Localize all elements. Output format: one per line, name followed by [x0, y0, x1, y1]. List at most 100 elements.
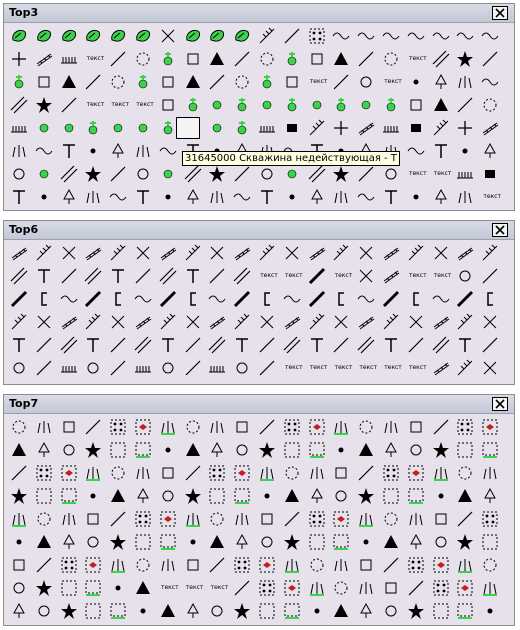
- map-symbol-icon[interactable]: [83, 578, 103, 598]
- map-symbol-icon[interactable]: [83, 266, 103, 286]
- map-symbol-icon[interactable]: [282, 26, 302, 46]
- map-symbol-icon[interactable]: [158, 26, 178, 46]
- map-symbol-icon[interactable]: [158, 335, 178, 355]
- map-symbol-icon[interactable]: [480, 463, 500, 483]
- map-symbol-icon[interactable]: [480, 509, 500, 529]
- map-symbol-icon[interactable]: [59, 187, 79, 207]
- map-symbol-icon[interactable]: [183, 417, 203, 437]
- map-symbol-icon[interactable]: [108, 141, 128, 161]
- map-symbol-icon[interactable]: [59, 72, 79, 92]
- map-symbol-icon[interactable]: [455, 417, 475, 437]
- map-symbol-icon[interactable]: [257, 72, 277, 92]
- map-symbol-icon[interactable]: [83, 486, 103, 506]
- map-symbol-icon[interactable]: [34, 118, 54, 138]
- map-symbol-icon[interactable]: [59, 118, 79, 138]
- map-symbol-icon[interactable]: [431, 440, 451, 460]
- map-symbol-icon[interactable]: [282, 417, 302, 437]
- map-symbol-icon[interactable]: [431, 312, 451, 332]
- map-symbol-icon[interactable]: [257, 440, 277, 460]
- map-symbol-icon[interactable]: [59, 417, 79, 437]
- map-symbol-icon[interactable]: [480, 358, 500, 378]
- map-symbol-icon[interactable]: [257, 486, 277, 506]
- map-symbol-icon[interactable]: [59, 463, 79, 483]
- map-symbol-icon[interactable]: [232, 358, 252, 378]
- map-symbol-icon[interactable]: [406, 243, 426, 263]
- map-symbol-icon[interactable]: [232, 164, 252, 184]
- map-symbol-icon[interactable]: [282, 312, 302, 332]
- map-symbol-icon[interactable]: [183, 358, 203, 378]
- map-symbol-icon[interactable]: [108, 243, 128, 263]
- map-symbol-icon[interactable]: [356, 335, 376, 355]
- map-symbol-icon[interactable]: [232, 289, 252, 309]
- map-symbol-icon[interactable]: [406, 578, 426, 598]
- map-symbol-icon[interactable]: [59, 578, 79, 598]
- map-symbol-icon[interactable]: [207, 440, 227, 460]
- map-symbol-icon[interactable]: [158, 601, 178, 621]
- symbol-text-label[interactable]: текст: [406, 49, 430, 69]
- map-symbol-icon[interactable]: [9, 358, 29, 378]
- map-symbol-icon[interactable]: [207, 312, 227, 332]
- map-symbol-icon[interactable]: [480, 335, 500, 355]
- map-symbol-icon[interactable]: [356, 486, 376, 506]
- map-symbol-icon[interactable]: [307, 509, 327, 529]
- map-symbol-icon[interactable]: [455, 509, 475, 529]
- map-symbol-icon[interactable]: [207, 358, 227, 378]
- map-symbol-icon[interactable]: [356, 266, 376, 286]
- map-symbol-icon[interactable]: [431, 532, 451, 552]
- map-symbol-icon[interactable]: [257, 335, 277, 355]
- map-symbol-icon[interactable]: [83, 312, 103, 332]
- map-symbol-icon[interactable]: [381, 335, 401, 355]
- map-symbol-icon[interactable]: [406, 289, 426, 309]
- map-symbol-icon[interactable]: [59, 486, 79, 506]
- map-symbol-icon[interactable]: [480, 289, 500, 309]
- map-symbol-icon[interactable]: [158, 187, 178, 207]
- map-symbol-icon[interactable]: [232, 95, 252, 115]
- map-symbol-icon[interactable]: [34, 358, 54, 378]
- map-symbol-icon[interactable]: [133, 118, 153, 138]
- map-symbol-icon[interactable]: [307, 601, 327, 621]
- map-symbol-icon[interactable]: [406, 463, 426, 483]
- map-symbol-icon[interactable]: [34, 95, 54, 115]
- map-symbol-icon[interactable]: [356, 72, 376, 92]
- map-symbol-icon[interactable]: [158, 266, 178, 286]
- symbol-text-label[interactable]: текст: [307, 72, 331, 92]
- map-symbol-icon[interactable]: [331, 312, 351, 332]
- map-symbol-icon[interactable]: [431, 417, 451, 437]
- map-symbol-icon[interactable]: [307, 486, 327, 506]
- map-symbol-icon[interactable]: [83, 289, 103, 309]
- map-symbol-icon[interactable]: [59, 440, 79, 460]
- map-symbol-icon[interactable]: [356, 463, 376, 483]
- map-symbol-icon[interactable]: [406, 141, 426, 161]
- map-symbol-icon[interactable]: [455, 243, 475, 263]
- selected-symbol-cell[interactable]: [176, 117, 200, 139]
- map-symbol-icon[interactable]: [9, 95, 29, 115]
- map-symbol-icon[interactable]: [34, 578, 54, 598]
- map-symbol-icon[interactable]: [183, 312, 203, 332]
- map-symbol-icon[interactable]: [232, 532, 252, 552]
- map-symbol-icon[interactable]: [381, 26, 401, 46]
- map-symbol-icon[interactable]: [133, 266, 153, 286]
- map-symbol-icon[interactable]: [133, 49, 153, 69]
- map-symbol-icon[interactable]: [257, 601, 277, 621]
- map-symbol-icon[interactable]: [232, 463, 252, 483]
- map-symbol-icon[interactable]: [257, 26, 277, 46]
- map-symbol-icon[interactable]: [108, 26, 128, 46]
- map-symbol-icon[interactable]: [455, 578, 475, 598]
- map-symbol-icon[interactable]: [34, 486, 54, 506]
- map-symbol-icon[interactable]: [9, 463, 29, 483]
- map-symbol-icon[interactable]: [406, 118, 426, 138]
- close-button[interactable]: [492, 397, 508, 411]
- map-symbol-icon[interactable]: [307, 243, 327, 263]
- map-symbol-icon[interactable]: [257, 95, 277, 115]
- map-symbol-icon[interactable]: [282, 335, 302, 355]
- map-symbol-icon[interactable]: [207, 266, 227, 286]
- map-symbol-icon[interactable]: [9, 509, 29, 529]
- map-symbol-icon[interactable]: [406, 72, 426, 92]
- map-symbol-icon[interactable]: [431, 289, 451, 309]
- map-symbol-icon[interactable]: [207, 532, 227, 552]
- symbol-text-label[interactable]: текст: [356, 358, 380, 378]
- symbol-text-label[interactable]: текст: [331, 358, 355, 378]
- map-symbol-icon[interactable]: [331, 49, 351, 69]
- map-symbol-icon[interactable]: [257, 243, 277, 263]
- map-symbol-icon[interactable]: [455, 49, 475, 69]
